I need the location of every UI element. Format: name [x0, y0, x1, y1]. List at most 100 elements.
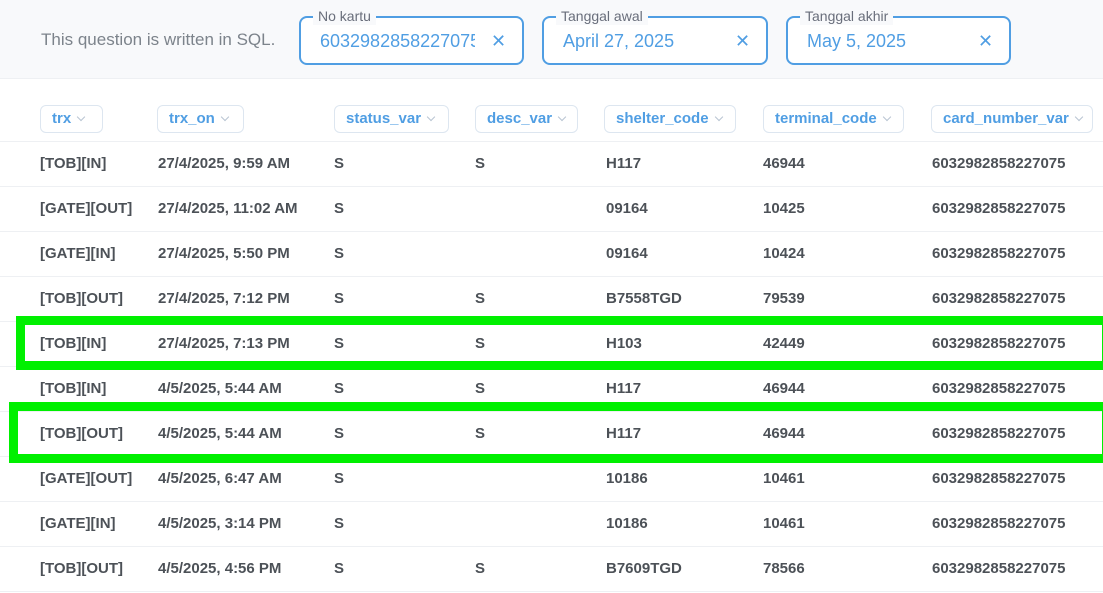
table-row[interactable]: [GATE][IN] 4/5/2025, 3:14 PM S 10186 104…: [0, 502, 1103, 547]
cell-status-var: S: [334, 515, 345, 532]
table-row[interactable]: [TOB][OUT] 4/5/2025, 4:56 PM S S B7609TG…: [0, 547, 1103, 592]
cell-trx-on: 27/4/2025, 7:13 PM: [158, 335, 290, 352]
chevron-down-icon: [1074, 112, 1084, 122]
cell-terminal-code: 10461: [763, 470, 805, 487]
chevron-down-icon: [426, 112, 436, 122]
cell-status-var: S: [334, 560, 345, 577]
cell-shelter-code: H117: [606, 425, 642, 442]
cell-trx: [TOB][OUT]: [40, 290, 124, 307]
table-row[interactable]: [TOB][IN] 27/4/2025, 9:59 AM S S H117 46…: [0, 142, 1103, 187]
filter-value[interactable]: 6032982858227075: [320, 30, 475, 52]
column-header-trx[interactable]: trx: [40, 105, 103, 133]
cell-trx-on: 27/4/2025, 11:02 AM: [158, 200, 298, 217]
column-header-label: shelter_code: [616, 110, 709, 127]
cell-trx: [TOB][IN]: [40, 335, 107, 352]
cell-card-number-var: 6032982858227075: [932, 290, 1066, 307]
table-row[interactable]: [GATE][IN] 27/4/2025, 5:50 PM S 09164 10…: [0, 232, 1103, 277]
table-header: trx trx_on status_var desc_var shelter_c…: [0, 105, 1103, 135]
cell-status-var: S: [334, 335, 345, 352]
cell-terminal-code: 10461: [763, 515, 805, 532]
filter-value[interactable]: April 27, 2025: [563, 30, 674, 52]
column-header-label: terminal_code: [775, 110, 877, 127]
cell-card-number-var: 6032982858227075: [932, 380, 1066, 397]
cell-status-var: S: [334, 380, 345, 397]
filter-value[interactable]: May 5, 2025: [807, 30, 906, 52]
cell-trx: [TOB][OUT]: [40, 425, 124, 442]
cell-shelter-code: 09164: [606, 245, 648, 262]
cell-status-var: S: [334, 245, 345, 262]
cell-desc-var: S: [475, 380, 486, 397]
filter-card-number[interactable]: No kartu 6032982858227075 ✕: [299, 7, 524, 65]
cell-shelter-code: H117: [606, 380, 642, 397]
chevron-down-icon: [76, 112, 86, 122]
cell-status-var: S: [334, 200, 345, 217]
cell-trx-on: 4/5/2025, 6:47 AM: [158, 470, 282, 487]
cell-trx-on: 27/4/2025, 5:50 PM: [158, 245, 290, 262]
chevron-down-icon: [882, 112, 891, 122]
filter-end-date[interactable]: Tanggal akhir May 5, 2025 ✕: [786, 7, 1011, 65]
column-header-shelter-code[interactable]: shelter_code: [604, 105, 736, 133]
cell-shelter-code: 10186: [606, 470, 648, 487]
cell-card-number-var: 6032982858227075: [932, 515, 1066, 532]
column-header-terminal-code[interactable]: terminal_code: [763, 105, 904, 133]
cell-terminal-code: 46944: [763, 380, 805, 397]
cell-trx-on: 27/4/2025, 9:59 AM: [158, 155, 291, 172]
cell-status-var: S: [334, 425, 345, 442]
table-row[interactable]: [TOB][IN] 27/4/2025, 7:13 PM S S H103 42…: [0, 322, 1103, 367]
cell-status-var: S: [334, 470, 345, 487]
cell-card-number-var: 6032982858227075: [932, 245, 1066, 262]
column-header-label: trx_on: [169, 110, 215, 127]
sql-question-result: This question is written in SQL. No kart…: [0, 0, 1103, 593]
cell-trx: [GATE][OUT]: [40, 470, 133, 487]
filter-bar: This question is written in SQL. No kart…: [0, 0, 1103, 79]
table-row[interactable]: [GATE][OUT] 27/4/2025, 11:02 AM S 09164 …: [0, 187, 1103, 232]
cell-terminal-code: 78566: [763, 560, 805, 577]
cell-card-number-var: 6032982858227075: [932, 155, 1066, 172]
cell-terminal-code: 46944: [763, 425, 805, 442]
cell-terminal-code: 42449: [763, 335, 805, 352]
column-header-label: card_number_var: [943, 110, 1069, 127]
cell-shelter-code: H117: [606, 155, 642, 172]
cell-desc-var: S: [475, 155, 486, 172]
cell-terminal-code: 79539: [763, 290, 805, 307]
cell-shelter-code: B7558TGD: [606, 290, 682, 307]
cell-trx-on: 4/5/2025, 5:44 AM: [158, 380, 282, 397]
cell-desc-var: S: [475, 290, 486, 307]
table-row[interactable]: [TOB][OUT] 27/4/2025, 7:12 PM S S B7558T…: [0, 277, 1103, 322]
cell-card-number-var: 6032982858227075: [932, 425, 1066, 442]
cell-terminal-code: 10424: [763, 245, 805, 262]
cell-shelter-code: H103: [606, 335, 642, 352]
column-header-desc-var[interactable]: desc_var: [475, 105, 578, 133]
cell-card-number-var: 6032982858227075: [932, 470, 1066, 487]
cell-desc-var: S: [475, 560, 486, 577]
cell-status-var: S: [334, 155, 345, 172]
chevron-down-icon: [557, 112, 567, 122]
close-icon[interactable]: ✕: [735, 30, 750, 52]
column-header-label: desc_var: [487, 110, 553, 127]
chevron-down-icon: [714, 112, 723, 122]
cell-trx: [TOB][IN]: [40, 380, 107, 397]
cell-card-number-var: 6032982858227075: [932, 560, 1066, 577]
cell-terminal-code: 10425: [763, 200, 805, 217]
column-header-card-number-var[interactable]: card_number_var: [931, 105, 1093, 133]
cell-trx-on: 27/4/2025, 7:12 PM: [158, 290, 290, 307]
sql-note: This question is written in SQL.: [41, 30, 276, 49]
cell-desc-var: S: [475, 335, 486, 352]
close-icon[interactable]: ✕: [978, 30, 993, 52]
cell-trx: [TOB][OUT]: [40, 560, 124, 577]
chevron-down-icon: [220, 112, 230, 122]
column-header-status-var[interactable]: status_var: [334, 105, 449, 133]
close-icon[interactable]: ✕: [491, 30, 506, 52]
cell-trx-on: 4/5/2025, 3:14 PM: [158, 515, 282, 532]
table-row[interactable]: [TOB][IN] 4/5/2025, 5:44 AM S S H117 469…: [0, 367, 1103, 412]
column-header-trx-on[interactable]: trx_on: [157, 105, 244, 133]
column-header-label: trx: [52, 110, 72, 127]
filter-start-date[interactable]: Tanggal awal April 27, 2025 ✕: [542, 7, 768, 65]
cell-trx-on: 4/5/2025, 5:44 AM: [158, 425, 282, 442]
cell-trx: [GATE][IN]: [40, 515, 116, 532]
cell-card-number-var: 6032982858227075: [932, 335, 1066, 352]
filter-label: No kartu: [313, 7, 376, 25]
table-row[interactable]: [GATE][OUT] 4/5/2025, 6:47 AM S 10186 10…: [0, 457, 1103, 502]
table-row[interactable]: [TOB][OUT] 4/5/2025, 5:44 AM S S H117 46…: [0, 412, 1103, 457]
cell-trx-on: 4/5/2025, 4:56 PM: [158, 560, 282, 577]
